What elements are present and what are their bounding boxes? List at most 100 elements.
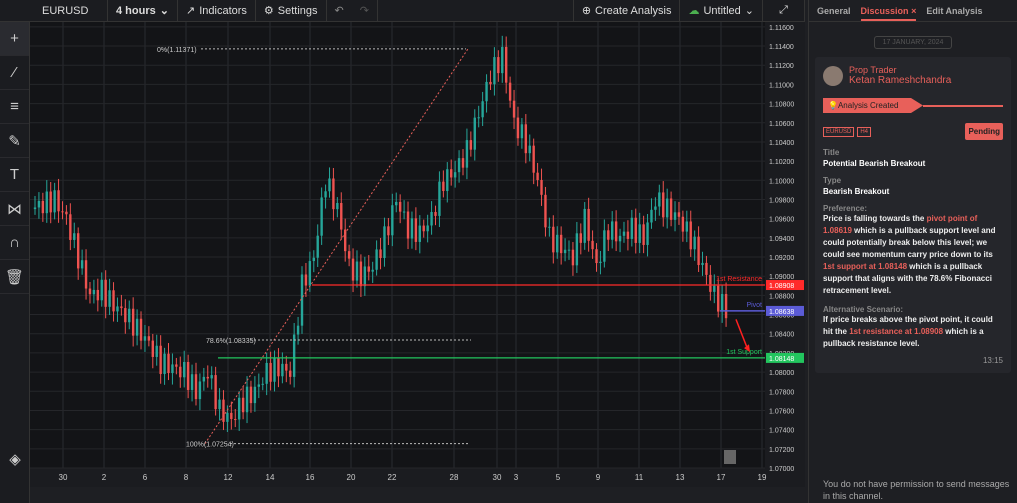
fib-label: 0%(1.11371) xyxy=(157,47,197,54)
x-tick-label: 2 xyxy=(102,473,107,482)
close-icon[interactable]: × xyxy=(911,6,916,16)
candle xyxy=(324,191,327,198)
candle xyxy=(230,412,233,420)
candle xyxy=(304,274,308,286)
text-tool[interactable]: T xyxy=(0,158,29,192)
create-analysis-button[interactable]: ⊕ Create Analysis xyxy=(572,0,681,22)
candle xyxy=(693,236,696,250)
candle xyxy=(697,236,700,266)
candle xyxy=(316,235,319,258)
candle xyxy=(363,266,367,287)
candle xyxy=(481,101,484,118)
hint-button[interactable] xyxy=(724,450,736,464)
candle xyxy=(512,100,516,118)
indicators-button[interactable]: ↗ Indicators xyxy=(178,0,256,22)
candle xyxy=(80,260,84,269)
candle xyxy=(532,145,535,173)
x-tick-label: 11 xyxy=(635,473,644,482)
candle xyxy=(143,336,147,341)
alternative-label: Alternative Scenario: xyxy=(823,305,904,314)
candle xyxy=(320,197,323,236)
candle xyxy=(438,181,441,216)
candle xyxy=(253,386,257,404)
candle xyxy=(638,224,641,243)
message-input[interactable]: You do not have permission to send messa… xyxy=(823,478,1013,502)
layers-button[interactable]: ◈ xyxy=(0,442,30,476)
candle xyxy=(662,192,665,218)
candle xyxy=(151,340,154,357)
candle xyxy=(241,397,245,413)
tab-discussion[interactable]: Discussion × xyxy=(860,6,917,21)
candle xyxy=(277,357,280,377)
undo-button[interactable]: ↶ xyxy=(327,0,352,22)
crosshair-tool[interactable]: + xyxy=(0,22,29,56)
indicators-icon: ↗ xyxy=(186,5,196,17)
candle xyxy=(257,384,261,387)
candle xyxy=(292,334,296,377)
redo-button[interactable]: ↷ xyxy=(352,0,378,22)
status-badge: Pending xyxy=(965,123,1003,140)
layout-selector[interactable]: ☁ Untitled ⌄ xyxy=(680,0,763,22)
candle xyxy=(681,216,685,232)
x-tick-label: 17 xyxy=(717,473,726,482)
candle xyxy=(426,225,429,232)
candle xyxy=(131,308,135,336)
candle xyxy=(198,381,202,400)
brush-tool[interactable]: ✎ xyxy=(0,124,29,158)
y-tick-label: 1.11000 xyxy=(769,82,794,89)
support-highlight: 1st support at 1.08148 xyxy=(823,262,908,271)
y-tick-label: 1.07200 xyxy=(769,447,794,454)
candle xyxy=(422,225,425,232)
y-tick-label: 1.08400 xyxy=(769,332,794,339)
magnet-tool[interactable]: ∩ xyxy=(0,226,29,260)
candle xyxy=(351,258,355,281)
candle xyxy=(124,308,127,323)
trash-tool[interactable]: 🗑 xyxy=(0,260,29,294)
author-name: Ketan Rameshchandra xyxy=(849,75,952,86)
tab-edit-analysis[interactable]: Edit Analysis xyxy=(926,6,982,16)
x-tick-label: 19 xyxy=(758,473,767,482)
chevron-down-icon: ⌄ xyxy=(159,5,169,17)
level-price: 1.08148 xyxy=(769,356,794,363)
fullscreen-button[interactable]: ⤢ xyxy=(763,0,805,22)
candle xyxy=(92,289,96,295)
candle xyxy=(135,318,139,336)
pattern-tool[interactable]: ⋈ xyxy=(0,192,29,226)
price-chart[interactable]: 30 2 6 8 12 14 16 20 22 28 30 3 5 9 11 13 17 19 1.11600 1.1… xyxy=(30,22,805,487)
candle xyxy=(84,260,88,289)
plot-area xyxy=(30,22,765,468)
candle xyxy=(673,212,677,220)
candle xyxy=(41,200,45,214)
preference-text: Price is falling towards the pivot point… xyxy=(823,213,1003,297)
candle xyxy=(147,336,151,341)
candle xyxy=(548,226,551,228)
candle xyxy=(469,140,473,150)
candle xyxy=(453,172,457,178)
y-tick-label: 1.09200 xyxy=(769,255,794,262)
candle xyxy=(73,233,76,240)
candle xyxy=(709,274,712,292)
text-icon: T xyxy=(9,166,20,183)
candle xyxy=(485,81,488,102)
candle xyxy=(155,345,158,357)
x-tick-label: 16 xyxy=(306,473,315,482)
candle xyxy=(501,46,504,74)
candle xyxy=(120,306,123,309)
fib-tool[interactable]: ≡ xyxy=(0,90,29,124)
x-tick-label: 30 xyxy=(59,473,68,482)
symbol-selector[interactable]: EURUSD xyxy=(0,0,108,22)
candle xyxy=(508,82,512,101)
candle xyxy=(677,212,681,217)
candle xyxy=(713,285,716,292)
candle xyxy=(104,279,107,307)
candle xyxy=(614,221,618,242)
settings-button[interactable]: ⚙ Settings xyxy=(256,0,327,22)
tab-general[interactable]: General xyxy=(817,6,851,16)
candle xyxy=(583,208,586,243)
candle xyxy=(414,218,418,242)
candle xyxy=(685,221,689,232)
candle xyxy=(446,169,449,192)
trendline-tool[interactable]: ⁄ xyxy=(0,56,29,90)
interval-selector[interactable]: 4 hours ⌄ xyxy=(108,0,178,22)
candle xyxy=(359,261,363,287)
